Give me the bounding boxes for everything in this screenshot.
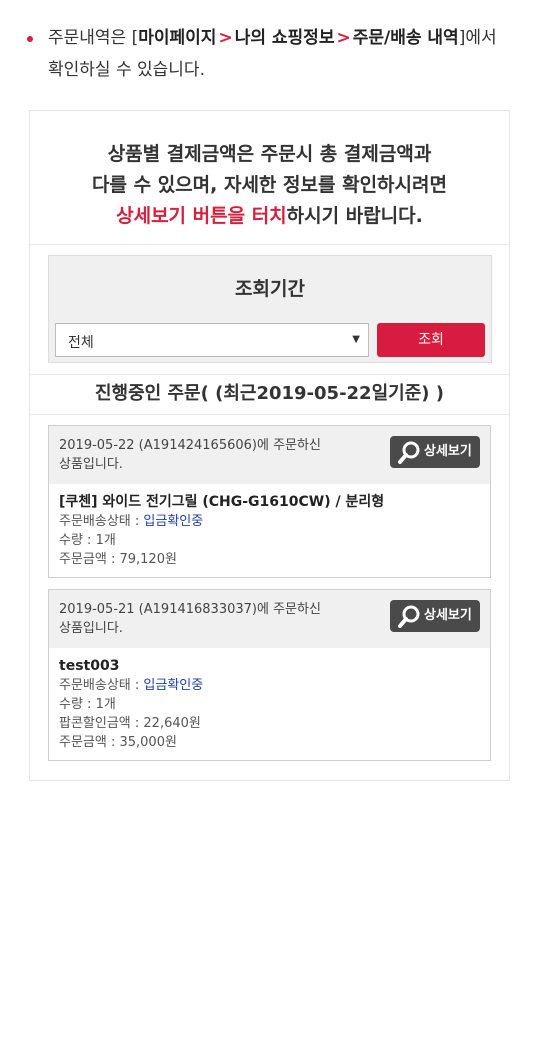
payment-info-message: 상품별 결제금액은 주문시 총 결제금액과 다를 수 있으며, 자세한 정보를 … xyxy=(30,111,509,245)
order-body: test003 주문배송상태 : 입금확인중 수량 : 1개 팝콘할인금액 : … xyxy=(49,648,490,760)
detail-button[interactable]: 상세보기 xyxy=(390,600,480,632)
order-card: 2019-05-22 (A191424165606)에 주문하신 상품입니다. … xyxy=(48,425,491,578)
chevron-right-icon: > xyxy=(336,28,351,48)
order-amount: 주문금액 : 35,000원 xyxy=(59,735,177,750)
chevron-right-icon: > xyxy=(218,28,233,48)
magnifier-icon xyxy=(398,605,420,628)
path-mypage: 마이페이지 xyxy=(138,28,217,48)
intro-line-2: 다를 수 있으며, 자세한 정보를 확인하시려면 xyxy=(92,174,447,196)
period-title: 조회기간 xyxy=(235,278,305,300)
period-filter: 조회기간 전체 ▼ 조회 xyxy=(48,255,492,363)
period-select-value: 전체 xyxy=(68,335,94,351)
product-name: [쿠첸] 와이드 전기그릴 (CHG-G1610CW) / 분리형 xyxy=(59,494,385,510)
discount-amount: 팝콘할인금액 : 22,640원 xyxy=(59,716,201,731)
order-amount: 주문금액 : 79,120원 xyxy=(59,552,177,567)
order-card: 2019-05-21 (A191416833037)에 주문하신 상품입니다. … xyxy=(48,589,491,761)
order-panel: 상품별 결제금액은 주문시 총 결제금액과 다를 수 있으며, 자세한 정보를 … xyxy=(29,110,510,781)
magnifier-icon xyxy=(398,441,420,464)
status-value: 입금확인중 xyxy=(143,514,204,529)
intro-line-3-rest: 하시기 바랍니다. xyxy=(286,205,423,227)
search-button[interactable]: 조회 xyxy=(377,323,485,357)
intro-line-3: 상세보기 버튼을 터치하시기 바랍니다. xyxy=(30,201,509,232)
notice-prefix: 주문내역은 [ xyxy=(48,28,139,48)
period-select[interactable]: 전체 ▼ xyxy=(55,323,369,357)
product-name: test003 xyxy=(59,658,120,674)
current-orders-heading: 진행중인 주문( (최근2019-05-22일기준) ) xyxy=(30,374,509,415)
intro-highlight: 상세보기 버튼을 터치 xyxy=(116,205,287,227)
order-status: 주문배송상태 : 입금확인중 xyxy=(59,512,480,531)
detail-button-label: 상세보기 xyxy=(424,444,472,459)
order-quantity: 수량 : 1개 xyxy=(59,697,116,712)
status-label: 주문배송상태 : xyxy=(59,514,144,529)
bullet-icon xyxy=(27,36,33,42)
order-header: 2019-05-21 (A191416833037)에 주문하신 상품입니다. … xyxy=(49,590,490,648)
detail-button-label: 상세보기 xyxy=(424,608,472,623)
order-body: [쿠첸] 와이드 전기그릴 (CHG-G1610CW) / 분리형 주문배송상태… xyxy=(49,484,490,577)
detail-button[interactable]: 상세보기 xyxy=(390,436,480,468)
path-order-delivery: 주문/배송 내역 xyxy=(352,28,459,48)
status-label: 주문배송상태 : xyxy=(59,678,144,693)
path-shopping-info: 나의 쇼핑정보 xyxy=(234,28,335,48)
order-quantity: 수량 : 1개 xyxy=(59,533,116,548)
order-status: 주문배송상태 : 입금확인중 xyxy=(59,676,480,695)
intro-line-1: 상품별 결제금액은 주문시 총 결제금액과 xyxy=(107,143,432,165)
caret-down-icon: ▼ xyxy=(352,334,360,345)
order-header: 2019-05-22 (A191424165606)에 주문하신 상품입니다. … xyxy=(49,426,490,484)
status-value: 입금확인중 xyxy=(143,678,204,693)
order-history-notice: 주문내역은 [마이페이지 > 나의 쇼핑정보 > 주문/배송 내역]에서 확인하실 수 … xyxy=(24,22,504,86)
